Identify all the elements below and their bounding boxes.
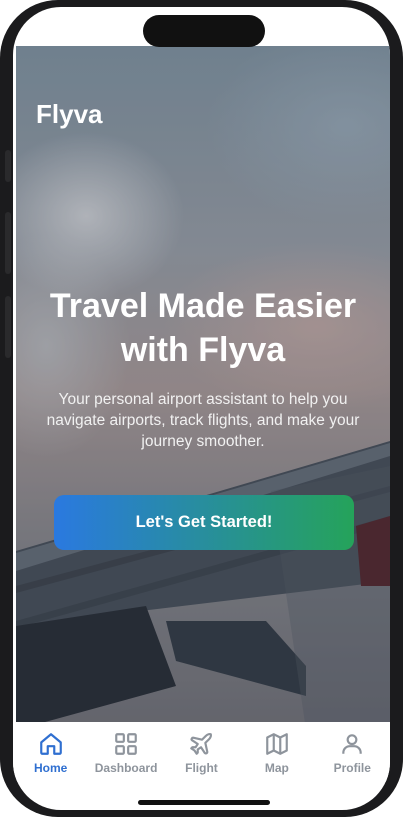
dashboard-icon xyxy=(115,733,137,755)
volume-down-button xyxy=(5,296,11,358)
bottom-nav: Home Dashboard Flight Map Profile xyxy=(13,722,390,782)
nav-item-profile[interactable]: Profile xyxy=(315,722,390,782)
phone-frame: Flyva Travel Made Easier with Flyva Your… xyxy=(0,0,403,817)
get-started-button[interactable]: Let's Get Started! xyxy=(54,495,354,550)
nav-label-home: Home xyxy=(34,761,68,775)
nav-item-flight[interactable]: Flight xyxy=(164,722,239,782)
hero-overlay xyxy=(16,46,390,730)
dynamic-island xyxy=(143,15,265,47)
map-icon xyxy=(266,733,288,755)
hero-subtitle: Your personal airport assistant to help … xyxy=(46,391,360,450)
volume-up-button xyxy=(5,212,11,274)
nav-item-map[interactable]: Map xyxy=(239,722,314,782)
nav-label-map: Map xyxy=(264,761,289,775)
nav-label-dashboard: Dashboard xyxy=(94,761,158,775)
mute-switch xyxy=(5,150,11,182)
nav-label-profile: Profile xyxy=(333,761,371,775)
hero-section: Flyva Travel Made Easier with Flyva Your… xyxy=(16,46,390,730)
nav-label-flight: Flight xyxy=(185,761,218,775)
nav-item-home[interactable]: Home xyxy=(13,722,88,782)
home-icon xyxy=(39,733,62,755)
hero-headline: Travel Made Easier with Flyva xyxy=(49,287,357,369)
screen: Flyva Travel Made Easier with Flyva Your… xyxy=(13,7,390,810)
home-indicator[interactable] xyxy=(138,800,270,805)
nav-item-dashboard[interactable]: Dashboard xyxy=(89,722,164,782)
brand-logo: Flyva xyxy=(36,99,103,129)
user-icon xyxy=(342,734,362,754)
plane-icon xyxy=(190,732,213,755)
